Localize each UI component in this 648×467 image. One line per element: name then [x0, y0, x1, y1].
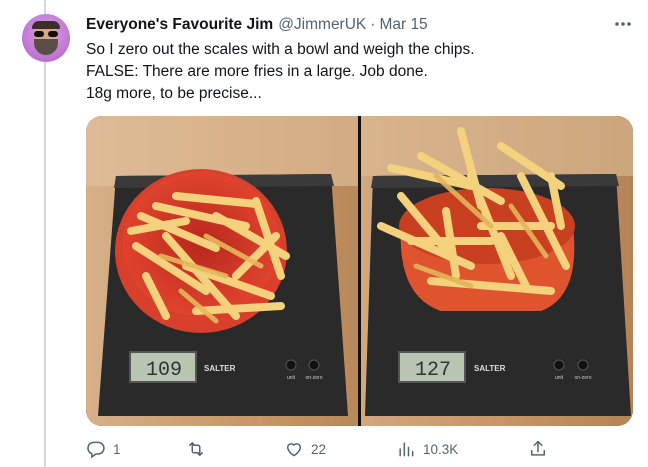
- reply-icon: [87, 441, 105, 459]
- avatar-hair: [32, 21, 60, 29]
- tweet-text: So I zero out the scales with a bowl and…: [86, 39, 631, 105]
- views-button[interactable]: 10.3K: [396, 437, 458, 461]
- thread-line: [44, 0, 46, 467]
- photo-small-fries[interactable]: 109 SALTER unit on-zero: [86, 116, 358, 426]
- scale-brand-right: SALTER: [474, 364, 506, 373]
- scale-reading-left: 109: [146, 359, 182, 382]
- author-handle[interactable]: @JimmerUK: [278, 16, 366, 34]
- author-name[interactable]: Everyone's Favourite Jim: [86, 16, 273, 34]
- retweet-button[interactable]: [186, 437, 213, 461]
- scale-zero-label-left: on-zero: [306, 375, 323, 381]
- scale-reading-right: 127: [415, 359, 451, 382]
- tweet-header: Everyone's Favourite Jim @JimmerUK · Mar…: [86, 15, 428, 35]
- scale-unit-label-left: unit: [287, 375, 296, 381]
- share-icon: [531, 440, 545, 456]
- tweet-text-line: FALSE: There are more fries in a large. …: [86, 63, 428, 80]
- tweet-media: 109 SALTER unit on-zero 127 SALTER unit …: [86, 116, 633, 426]
- avatar-beard: [34, 39, 58, 55]
- share-button[interactable]: [528, 437, 548, 461]
- views-icon: [399, 442, 414, 457]
- separator-dot: ·: [370, 16, 376, 33]
- views-count: 10.3K: [423, 441, 459, 457]
- scale-zero-label-right: on-zero: [575, 375, 592, 381]
- photo-large-fries[interactable]: 127 SALTER unit on-zero: [361, 116, 633, 426]
- tweet-date[interactable]: Mar 15: [379, 16, 427, 34]
- action-bar: 1 22 10.3K: [86, 437, 632, 461]
- retweet-icon: [189, 442, 203, 456]
- more-horizontal-icon: [615, 22, 631, 26]
- tweet-text-line: 18g more, to be precise...: [86, 85, 262, 102]
- like-button[interactable]: 22: [284, 437, 326, 461]
- like-count: 22: [311, 441, 327, 457]
- reply-button[interactable]: 1: [86, 437, 121, 461]
- tweet-text-line: So I zero out the scales with a bowl and…: [86, 41, 475, 58]
- like-icon: [287, 443, 301, 457]
- avatar-glasses: [34, 31, 58, 37]
- more-options-button[interactable]: [612, 14, 634, 34]
- avatar[interactable]: [22, 14, 70, 62]
- scale-unit-label-right: unit: [555, 375, 564, 381]
- reply-count: 1: [113, 441, 121, 457]
- scale-brand-left: SALTER: [204, 364, 236, 373]
